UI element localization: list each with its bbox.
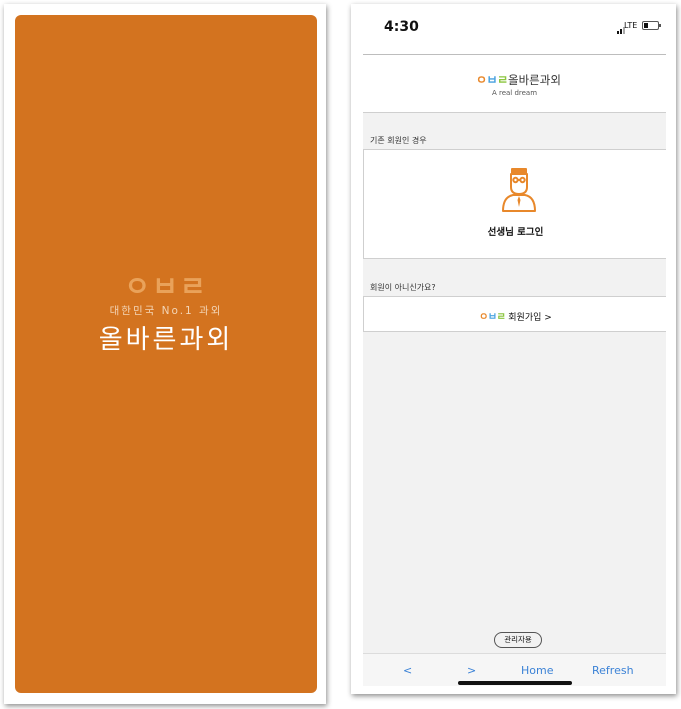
app-header: ㅇㅂㄹ 올바른과외 A real dream: [363, 55, 666, 113]
battery-icon: [642, 21, 661, 30]
header-title: 올바른과외: [508, 73, 561, 87]
back-button[interactable]: <: [403, 664, 412, 677]
signup-logo: ㅇㅂㄹ: [479, 312, 506, 323]
header-logo: ㅇㅂㄹ: [476, 73, 508, 87]
splash-brand-name: 올바른과외: [98, 325, 234, 355]
header-subtitle: A real dream: [491, 89, 538, 97]
forward-button[interactable]: >: [467, 664, 476, 677]
signup-label: 회원가입 >: [508, 313, 552, 323]
splash-screenshot: ㅇㅂㄹ 대한민국 No.1 과외 올바른과외: [4, 4, 326, 704]
teacher-icon: [502, 168, 536, 212]
existing-member-label: 기존 회원인 경우: [370, 136, 427, 145]
phone-screen: 4:30 LTE ㅇㅂㄹ 올바른과외 A real dream 기존 회원인 경…: [363, 4, 666, 686]
status-time: 4:30: [384, 19, 419, 35]
new-member-label: 회원이 아니신가요?: [370, 283, 436, 292]
signup-button[interactable]: ㅇㅂㄹ 회원가입 >: [363, 296, 666, 332]
login-screenshot: 4:30 LTE ㅇㅂㄹ 올바른과외 A real dream 기존 회원인 경…: [351, 4, 676, 694]
admin-button[interactable]: 관리자용: [494, 632, 542, 648]
home-indicator: [458, 681, 572, 685]
teacher-login-button[interactable]: 선생님 로그인: [363, 149, 666, 259]
teacher-login-label: 선생님 로그인: [487, 227, 544, 238]
splash-logo: ㅇㅂㄹ: [124, 270, 208, 303]
refresh-button[interactable]: Refresh: [592, 664, 634, 677]
splash-screen: ㅇㅂㄹ 대한민국 No.1 과외 올바른과외: [15, 15, 317, 693]
home-button[interactable]: Home: [521, 664, 553, 677]
splash-tagline: 대한민국 No.1 과외: [109, 305, 223, 317]
status-bar: 4:30 LTE: [363, 4, 666, 55]
network-label: LTE: [624, 21, 638, 30]
